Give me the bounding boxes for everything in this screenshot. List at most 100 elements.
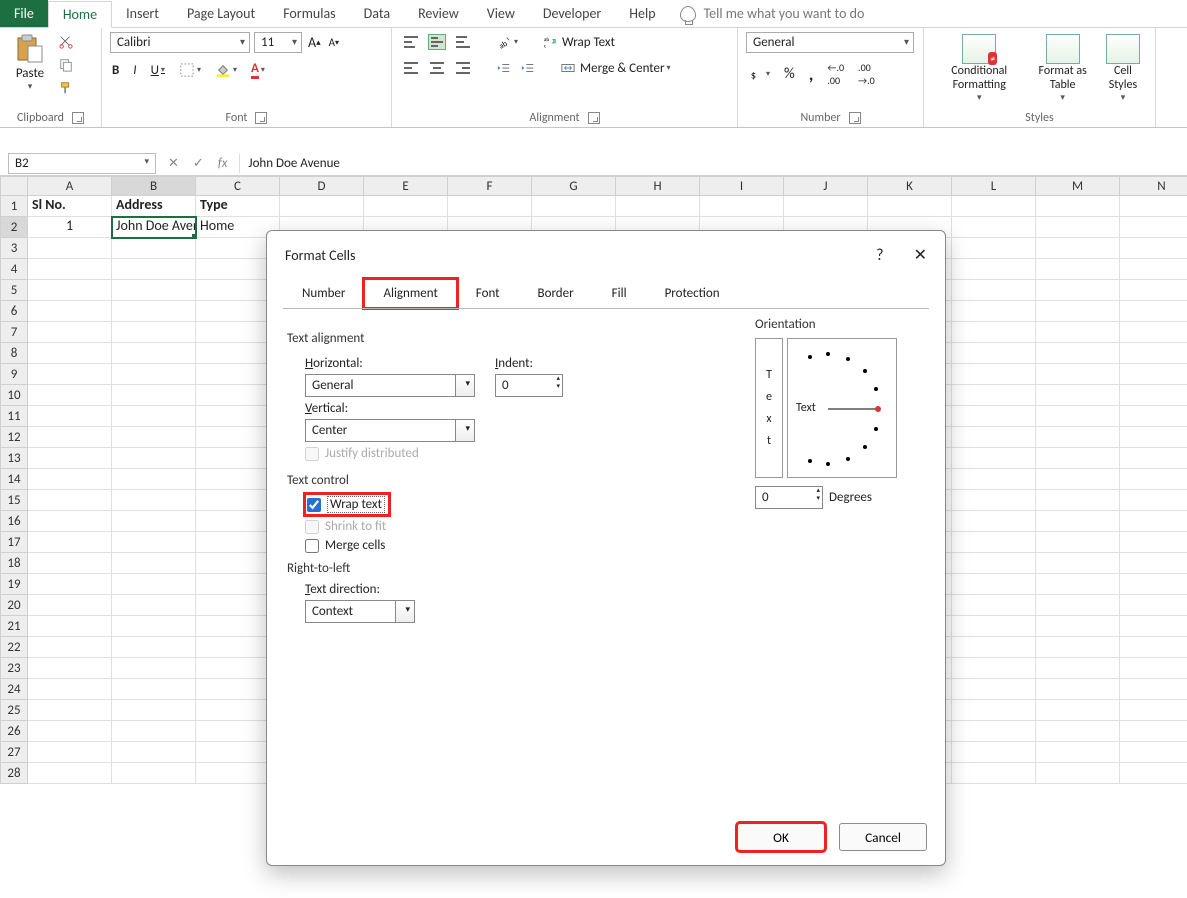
merge-center-button[interactable]: Merge & Center xyxy=(558,58,673,78)
increase-font-button[interactable]: A▴ xyxy=(306,32,323,53)
cell[interactable] xyxy=(28,364,112,385)
cell[interactable] xyxy=(1120,406,1187,427)
row-header[interactable]: 6 xyxy=(0,301,28,322)
cell[interactable] xyxy=(952,448,1036,469)
cell[interactable] xyxy=(112,469,196,490)
cell[interactable] xyxy=(1120,490,1187,511)
cell[interactable] xyxy=(1120,658,1187,679)
cell[interactable] xyxy=(112,616,196,637)
cell[interactable] xyxy=(112,427,196,448)
cell[interactable] xyxy=(1036,448,1120,469)
cell[interactable] xyxy=(1036,385,1120,406)
cell[interactable] xyxy=(952,238,1036,259)
tab-view[interactable]: View xyxy=(473,0,529,27)
tab-page-layout[interactable]: Page Layout xyxy=(173,0,269,27)
cell[interactable] xyxy=(952,721,1036,742)
tell-me-search[interactable]: Tell me what you want to do xyxy=(680,5,865,22)
dialog-tab-protection[interactable]: Protection xyxy=(646,279,739,308)
select-all-corner[interactable] xyxy=(0,176,28,196)
cell-styles-button[interactable]: Cell Styles▾ xyxy=(1099,32,1147,105)
column-header[interactable]: I xyxy=(700,176,784,196)
cell[interactable] xyxy=(1036,301,1120,322)
row-header[interactable]: 27 xyxy=(0,742,28,763)
cell[interactable] xyxy=(112,238,196,259)
text-direction-combo[interactable]: Context xyxy=(305,600,415,623)
column-header[interactable]: N xyxy=(1120,176,1187,196)
cell[interactable] xyxy=(1120,343,1187,364)
cell[interactable] xyxy=(952,574,1036,595)
cell[interactable] xyxy=(28,280,112,301)
column-header[interactable]: M xyxy=(1036,176,1120,196)
cell[interactable] xyxy=(1036,511,1120,532)
cell[interactable] xyxy=(112,490,196,511)
cell[interactable] xyxy=(364,196,448,217)
row-header[interactable]: 13 xyxy=(0,448,28,469)
cell[interactable] xyxy=(1120,700,1187,721)
accounting-format-button[interactable]: $ xyxy=(746,64,772,84)
cell[interactable] xyxy=(1036,658,1120,679)
cell[interactable] xyxy=(1120,217,1187,238)
cell[interactable] xyxy=(1120,301,1187,322)
row-header[interactable]: 7 xyxy=(0,322,28,343)
cell[interactable] xyxy=(1120,259,1187,280)
cell[interactable] xyxy=(952,490,1036,511)
cell[interactable] xyxy=(28,721,112,742)
align-bottom-button[interactable] xyxy=(452,32,474,52)
cell[interactable] xyxy=(1120,763,1187,784)
cell[interactable]: 1 xyxy=(28,217,112,238)
orientation-dial[interactable]: Text xyxy=(787,338,897,478)
align-center-button[interactable] xyxy=(426,58,448,78)
cell[interactable] xyxy=(1120,448,1187,469)
cell[interactable] xyxy=(28,469,112,490)
cell[interactable] xyxy=(1120,721,1187,742)
comma-button[interactable]: , xyxy=(807,61,816,87)
align-right-button[interactable] xyxy=(452,58,474,78)
cell[interactable] xyxy=(1120,196,1187,217)
cell[interactable] xyxy=(1036,217,1120,238)
alignment-dialog-launcher[interactable] xyxy=(588,112,600,124)
cell[interactable] xyxy=(112,259,196,280)
row-header[interactable]: 21 xyxy=(0,616,28,637)
cell[interactable] xyxy=(616,196,700,217)
cell[interactable] xyxy=(28,427,112,448)
cancel-formula-button[interactable]: ✕ xyxy=(168,156,179,171)
cell[interactable] xyxy=(112,742,196,763)
format-painter-button[interactable] xyxy=(56,78,76,98)
vertical-combo[interactable]: Center xyxy=(305,419,475,442)
cell[interactable] xyxy=(28,385,112,406)
row-header[interactable]: 22 xyxy=(0,637,28,658)
cell[interactable] xyxy=(952,700,1036,721)
cell[interactable] xyxy=(1036,763,1120,784)
row-header[interactable]: 8 xyxy=(0,343,28,364)
tab-home[interactable]: Home xyxy=(48,1,112,28)
cell[interactable] xyxy=(1120,574,1187,595)
cell[interactable] xyxy=(952,217,1036,238)
cell[interactable] xyxy=(1036,700,1120,721)
cell[interactable] xyxy=(952,658,1036,679)
cell[interactable] xyxy=(28,574,112,595)
cell[interactable] xyxy=(1036,469,1120,490)
cell[interactable] xyxy=(952,616,1036,637)
cell[interactable] xyxy=(1120,385,1187,406)
number-format-select[interactable]: General xyxy=(746,32,914,53)
cell[interactable] xyxy=(28,658,112,679)
vertical-text-button[interactable]: Text xyxy=(755,338,783,478)
cell[interactable] xyxy=(784,196,868,217)
cell[interactable] xyxy=(28,406,112,427)
name-box[interactable]: B2▾ xyxy=(8,153,156,174)
dialog-tab-font[interactable]: Font xyxy=(457,279,519,308)
cell[interactable] xyxy=(112,553,196,574)
cell[interactable] xyxy=(112,679,196,700)
cell[interactable] xyxy=(952,469,1036,490)
cell[interactable] xyxy=(112,280,196,301)
cell[interactable] xyxy=(700,196,784,217)
cell[interactable] xyxy=(952,553,1036,574)
column-header[interactable]: L xyxy=(952,176,1036,196)
column-header[interactable]: E xyxy=(364,176,448,196)
cell[interactable] xyxy=(952,532,1036,553)
wrap-text-checkbox[interactable]: Wrap text xyxy=(305,494,389,515)
format-as-table-button[interactable]: Format as Table▾ xyxy=(1028,32,1096,105)
row-header[interactable]: 14 xyxy=(0,469,28,490)
copy-button[interactable] xyxy=(56,55,76,75)
fill-color-button[interactable] xyxy=(213,60,239,80)
